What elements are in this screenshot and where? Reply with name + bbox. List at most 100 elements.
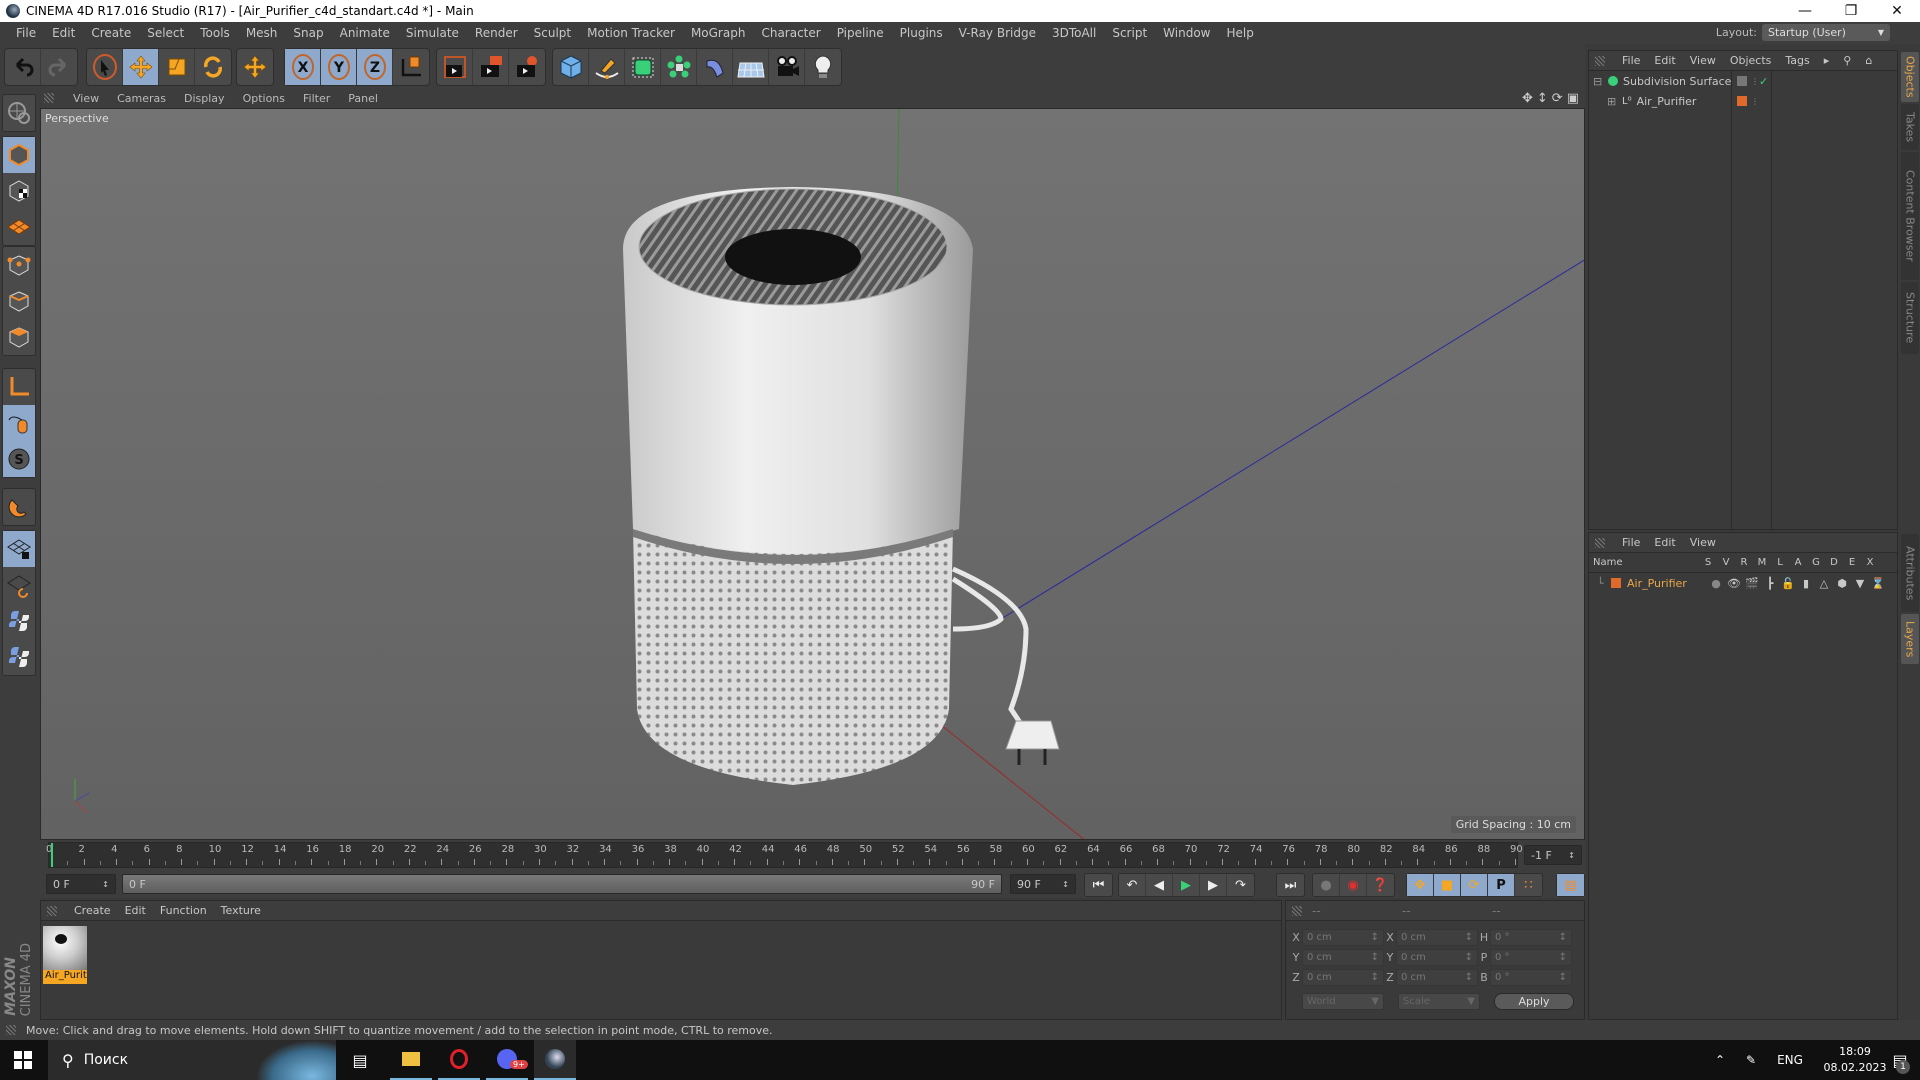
record-keys-button[interactable]: ● <box>1313 874 1340 896</box>
panel-grip-icon[interactable] <box>1292 905 1302 916</box>
menu-pipeline[interactable]: Pipeline <box>829 26 892 40</box>
maximize-view-icon[interactable]: ▣ <box>1567 91 1579 106</box>
position-key-button[interactable]: ✥ <box>1407 874 1434 896</box>
column-expressions[interactable]: E <box>1843 557 1861 568</box>
generators-toggle-icon[interactable]: △ <box>1815 577 1833 590</box>
position-z-field[interactable]: 0 cm ↕ <box>1302 969 1384 986</box>
column-deformers[interactable]: D <box>1825 557 1843 568</box>
size-y-field[interactable]: 0 cm ↕ <box>1396 949 1478 966</box>
orbit-view-icon[interactable]: ⟳ <box>1552 91 1563 106</box>
column-manager[interactable]: M <box>1753 557 1771 568</box>
rotation-key-button[interactable]: ⟳ <box>1461 874 1488 896</box>
viewport-menu-options[interactable]: Options <box>234 92 294 105</box>
size-z-field[interactable]: 0 cm ↕ <box>1396 969 1478 986</box>
keyframe-selection-button[interactable]: ❓ <box>1367 874 1394 896</box>
layout-dropdown[interactable]: Startup (User) ▼ <box>1762 24 1890 41</box>
column-solo[interactable]: S <box>1699 557 1717 568</box>
minimize-button[interactable]: — <box>1782 0 1828 22</box>
menu-create[interactable]: Create <box>83 26 139 40</box>
menu-mesh[interactable]: Mesh <box>238 26 286 40</box>
cube-button[interactable] <box>553 49 589 85</box>
layers-menu-edit[interactable]: Edit <box>1647 536 1682 549</box>
locked-workplane-button[interactable] <box>3 531 35 567</box>
edges-mode-button[interactable] <box>3 283 35 319</box>
cloner-button[interactable] <box>661 49 697 85</box>
column-animation[interactable]: A <box>1789 557 1807 568</box>
size-x-field[interactable]: 0 cm ↕ <box>1396 929 1478 946</box>
coordinate-mode-select[interactable]: Scale ▼ <box>1398 993 1480 1010</box>
opera-button[interactable] <box>438 1040 480 1080</box>
layer-name[interactable]: Air_Purifier <box>1627 577 1707 590</box>
cinema4d-taskbar-button[interactable] <box>534 1040 576 1080</box>
layer-color-swatch[interactable] <box>1737 96 1747 106</box>
objects-menu-file[interactable]: File <box>1615 54 1647 67</box>
material-menu-texture[interactable]: Texture <box>214 904 268 917</box>
render-toggle-icon[interactable]: 🎬 <box>1743 577 1761 590</box>
menu-edit[interactable]: Edit <box>44 26 83 40</box>
coordinate-space-select[interactable]: World ▼ <box>1302 993 1384 1010</box>
make-editable-button[interactable] <box>3 95 35 131</box>
visibility-dots-icon[interactable]: ⋮ <box>1751 77 1759 86</box>
layer-row[interactable]: └ Air_Purifier ● 👁 🎬 ┣ 🔓 ▮ △ ⬢ ▼ ⌛ <box>1589 573 1897 593</box>
panel-grip-icon[interactable] <box>44 93 54 103</box>
expand-icon[interactable]: ⊞ <box>1607 95 1619 108</box>
autokeying-button[interactable]: ◉ <box>1340 874 1367 896</box>
viewport-menu-display[interactable]: Display <box>175 92 234 105</box>
object-row-air-purifier[interactable]: ⊞ L⁰ Air_Purifier ⋮ <box>1589 91 1897 111</box>
model-mode-button[interactable] <box>3 137 35 173</box>
lock-toggle-icon[interactable]: 🔓 <box>1779 577 1797 590</box>
workplane-mode-button[interactable] <box>3 209 35 245</box>
menu-animate[interactable]: Animate <box>332 26 398 40</box>
menu-snap[interactable]: Snap <box>285 26 331 40</box>
layers-menu-file[interactable]: File <box>1615 536 1647 549</box>
play-button[interactable]: ▶ <box>1173 874 1200 896</box>
object-name[interactable]: Subdivision Surface <box>1623 75 1731 88</box>
previous-key-button[interactable]: ↶ <box>1119 874 1146 896</box>
discord-button[interactable]: 9+ <box>486 1040 528 1080</box>
file-explorer-button[interactable] <box>390 1040 432 1080</box>
tab-layers[interactable]: Layers <box>1901 614 1919 664</box>
deformer-button[interactable] <box>697 49 733 85</box>
visible-toggle-icon[interactable]: 👁 <box>1725 577 1743 590</box>
undo-button[interactable] <box>5 49 41 85</box>
camera-button[interactable] <box>769 49 805 85</box>
point-level-button[interactable]: ∷ <box>1515 874 1542 896</box>
redo-button[interactable] <box>41 49 77 85</box>
axis-mode-button[interactable] <box>3 369 35 405</box>
planar-workplane-button[interactable] <box>3 567 35 603</box>
menu-select[interactable]: Select <box>139 26 192 40</box>
enabled-check-icon[interactable]: ✓ <box>1759 75 1768 88</box>
floor-button[interactable] <box>733 49 769 85</box>
tab-structure[interactable]: Structure <box>1901 282 1919 354</box>
object-name[interactable]: Air_Purifier <box>1637 95 1697 108</box>
playhead[interactable] <box>51 843 53 867</box>
next-frame-button[interactable]: ▶ <box>1200 874 1227 896</box>
home-icon[interactable]: ⌂ <box>1858 54 1879 67</box>
more-menu-icon[interactable]: ▸ <box>1817 54 1837 67</box>
menu-plugins[interactable]: Plugins <box>892 26 951 40</box>
collapse-icon[interactable]: ⊟ <box>1593 75 1605 88</box>
pen-button[interactable] <box>589 49 625 85</box>
pan-view-icon[interactable]: ✥ <box>1522 91 1533 106</box>
menu-script[interactable]: Script <box>1104 26 1155 40</box>
next-key-button[interactable]: ↷ <box>1227 874 1254 896</box>
menu-tools[interactable]: Tools <box>192 26 238 40</box>
timeline-window-button[interactable]: ▤ <box>1557 874 1584 896</box>
render-settings-button[interactable] <box>509 49 545 85</box>
viewport-menu-filter[interactable]: Filter <box>294 92 339 105</box>
scale-key-button[interactable]: ■ <box>1434 874 1461 896</box>
manager-toggle-icon[interactable]: ┣ <box>1761 577 1779 590</box>
rotate-tool-button[interactable] <box>195 49 231 85</box>
action-center-button[interactable]: ▤ 1 <box>1880 1040 1920 1080</box>
solo-button[interactable]: S <box>3 441 35 477</box>
menu-render[interactable]: Render <box>467 26 526 40</box>
objects-menu-objects[interactable]: Objects <box>1723 54 1779 67</box>
parameter-key-button[interactable]: P <box>1488 874 1515 896</box>
expressions-toggle-icon[interactable]: ▼ <box>1851 577 1869 590</box>
objects-menu-view[interactable]: View <box>1683 54 1723 67</box>
language-indicator[interactable]: ENG <box>1770 1040 1810 1080</box>
menu-simulate[interactable]: Simulate <box>398 26 467 40</box>
render-picture-viewer-button[interactable] <box>473 49 509 85</box>
coordinate-system-button[interactable] <box>393 49 429 85</box>
scale-tool-button[interactable] <box>159 49 195 85</box>
